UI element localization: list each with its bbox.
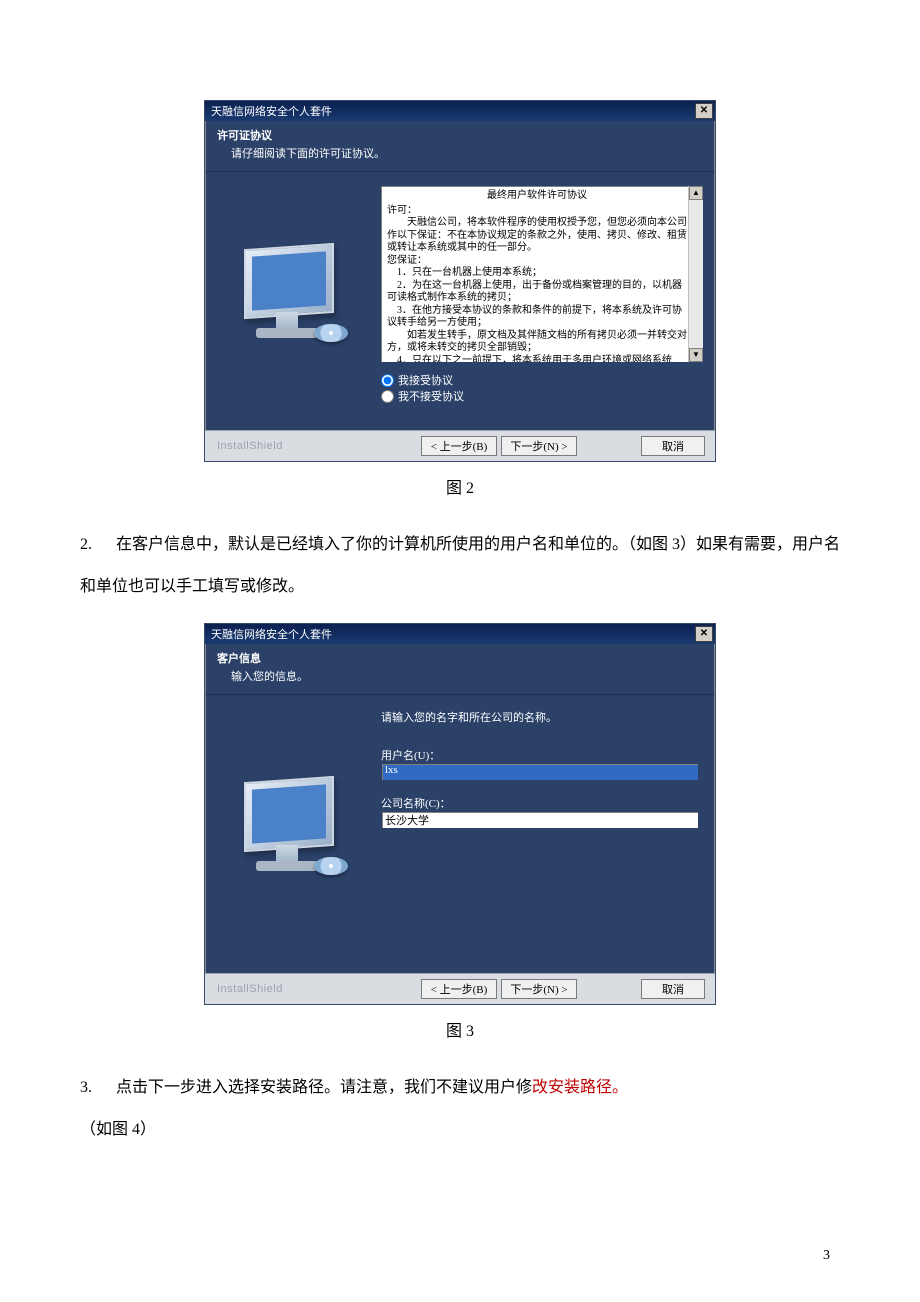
- paragraph-step-3: 3.点击下一步进入选择安装路径。请注意，我们不建议用户修改安装路径。 （如图 4）: [80, 1067, 840, 1150]
- wizard-footer: InstallShield < 上一步(B) 下一步(N) > 取消: [205, 430, 715, 461]
- header-subtitle: 输入您的信息。: [231, 668, 703, 684]
- next-button[interactable]: 下一步(N) >: [501, 436, 577, 456]
- computer-icon: [236, 779, 356, 889]
- license-agreement-text[interactable]: 最终用户软件许可协议 许可： 天融信公司，将本软件程序的使用权授予您，但您必须向…: [381, 186, 703, 362]
- license-title: 最终用户软件许可协议: [387, 190, 687, 203]
- company-field[interactable]: 长沙大学: [381, 811, 699, 829]
- back-button[interactable]: < 上一步(B): [421, 979, 497, 999]
- page-number: 3: [823, 1248, 830, 1264]
- wizard-header: 客户信息 输入您的信息。: [205, 644, 715, 695]
- username-label: 用户名(U)：: [381, 747, 703, 763]
- title-bar: 天融信网络安全个人套件 ✕: [205, 101, 715, 121]
- license-body: 许可： 天融信公司，将本软件程序的使用权授予您，但您必须向本公司作以下保证：不在…: [387, 205, 687, 363]
- installer-dialog-customer-info: 天融信网络安全个人套件 ✕ 客户信息 输入您的信息。 请输入您的名字和所在公司的…: [204, 623, 716, 1005]
- wizard-header: 许可证协议 请仔细阅读下面的许可证协议。: [205, 121, 715, 172]
- list-number: 2.: [80, 524, 116, 566]
- paragraph-text-emphasis: 改安装路径。: [532, 1079, 628, 1096]
- cancel-button[interactable]: 取消: [641, 436, 705, 456]
- window-title: 天融信网络安全个人套件: [211, 626, 332, 642]
- wizard-footer: InstallShield < 上一步(B) 下一步(N) > 取消: [205, 973, 715, 1004]
- paragraph-text: （如图 4）: [80, 1121, 156, 1138]
- header-title: 许可证协议: [217, 127, 703, 143]
- computer-icon: [236, 246, 356, 356]
- figure-caption-3: 图 3: [80, 1017, 840, 1041]
- paragraph-step-2: 2.在客户信息中，默认是已经填入了你的计算机所使用的用户名和单位的。（如图 3）…: [80, 524, 840, 607]
- company-label: 公司名称(C)：: [381, 795, 703, 811]
- back-button[interactable]: < 上一步(B): [421, 436, 497, 456]
- radio-accept[interactable]: 我接受协议: [381, 372, 703, 388]
- wizard-illustration: [221, 709, 371, 959]
- radio-accept-input[interactable]: [381, 374, 394, 387]
- cancel-button[interactable]: 取消: [641, 979, 705, 999]
- list-number: 3.: [80, 1067, 116, 1109]
- header-subtitle: 请仔细阅读下面的许可证协议。: [231, 145, 703, 161]
- paragraph-text: 在客户信息中，默认是已经填入了你的计算机所使用的用户名和单位的。（如图 3）如果…: [80, 536, 840, 595]
- scroll-up-icon[interactable]: ▲: [689, 186, 703, 200]
- close-icon[interactable]: ✕: [695, 626, 713, 642]
- installshield-brand: InstallShield: [217, 440, 283, 452]
- installshield-brand: InstallShield: [217, 983, 283, 995]
- next-button[interactable]: 下一步(N) >: [501, 979, 577, 999]
- radio-decline-input[interactable]: [381, 390, 394, 403]
- window-title: 天融信网络安全个人套件: [211, 103, 332, 119]
- scroll-down-icon[interactable]: ▼: [689, 348, 703, 362]
- wizard-illustration: [221, 186, 371, 416]
- radio-accept-label: 我接受协议: [398, 372, 453, 388]
- scrollbar[interactable]: ▲ ▼: [688, 186, 703, 362]
- header-title: 客户信息: [217, 650, 703, 666]
- title-bar: 天融信网络安全个人套件 ✕: [205, 624, 715, 644]
- figure-caption-2: 图 2: [80, 474, 840, 498]
- radio-decline-label: 我不接受协议: [398, 388, 464, 404]
- username-field[interactable]: lxs: [381, 763, 699, 781]
- form-prompt: 请输入您的名字和所在公司的名称。: [381, 709, 703, 725]
- close-icon[interactable]: ✕: [695, 103, 713, 119]
- paragraph-text: 点击下一步进入选择安装路径。请注意，我们不建议用户修: [116, 1079, 532, 1096]
- installer-dialog-license: 天融信网络安全个人套件 ✕ 许可证协议 请仔细阅读下面的许可证协议。 最终用户软…: [204, 100, 716, 462]
- radio-decline[interactable]: 我不接受协议: [381, 388, 703, 404]
